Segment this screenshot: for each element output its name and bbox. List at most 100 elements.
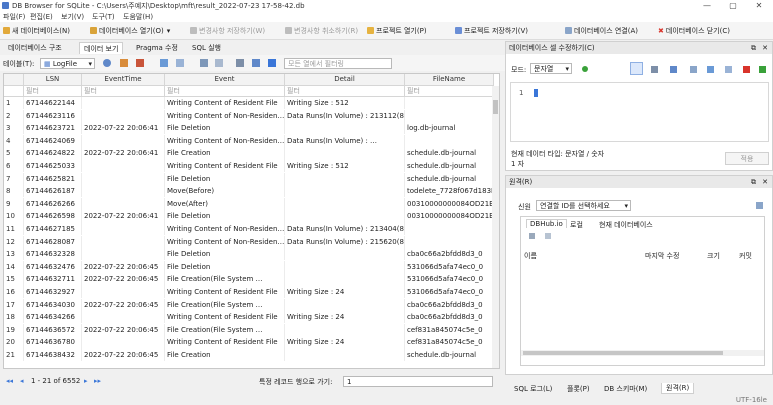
maximize-button[interactable]: ▢ (720, 0, 746, 11)
cell-event[interactable]: File Deletion (165, 210, 285, 223)
table-row[interactable]: 4 67144624069 Writing Content of Non-Resid… (4, 134, 494, 148)
attach-database-button[interactable]: 데이터베이스 연결(A) (565, 25, 638, 37)
table-row[interactable]: 18 67144634266 Writing Content of Resident… (4, 311, 494, 324)
cell-event[interactable]: File Deletion (165, 122, 285, 135)
cell-event[interactable]: Move(After) (165, 197, 285, 211)
cell-eventtime[interactable] (82, 311, 165, 324)
cell-lsn[interactable]: 67144625821 (24, 172, 82, 185)
cell-filename[interactable]: 00310000000084OD21E (405, 197, 494, 211)
cell-filename[interactable]: schedule.db-journal (405, 172, 494, 185)
cell-filename[interactable] (405, 223, 494, 236)
cell-detail[interactable] (285, 323, 405, 337)
cell-lsn[interactable]: 67144634266 (24, 311, 82, 324)
export-icon[interactable] (670, 66, 677, 73)
table-row[interactable]: 11 67144627185 Writing Content of Non-Resi… (4, 223, 494, 236)
copy-icon[interactable] (725, 66, 732, 73)
cell-eventtime[interactable]: 2022-07-22 20:06:45 (82, 273, 165, 286)
tab-dbhub[interactable]: DBHub.io (526, 219, 567, 228)
table-row[interactable]: 12 67144628087 Writing Content of Non-Resi… (4, 235, 494, 248)
table-row[interactable]: 2 67144623116 Writing Content of Non-Resid… (4, 109, 494, 122)
cell-eventtime[interactable] (82, 223, 165, 236)
cell-eventtime[interactable] (82, 235, 165, 248)
cell-lsn[interactable]: 67144626266 (24, 197, 82, 211)
cell-eventtime[interactable] (82, 160, 165, 173)
table-row[interactable]: 1 67144622144 Writing Content of Resident … (4, 97, 494, 110)
cell-eventtime[interactable] (82, 172, 165, 185)
scrollbar-thumb[interactable] (523, 351, 723, 355)
cell-detail[interactable]: Data Runs(In Volume) : 213404(8) (285, 223, 405, 236)
table-row[interactable]: 7 67144625821 File Deletion schedule.db-jou… (4, 172, 494, 185)
cell-detail[interactable]: Writing Size : 24 (285, 286, 405, 299)
table-row[interactable]: 17 67144634030 2022-07-22 20:06:45 File Cre… (4, 298, 494, 311)
cell-event[interactable]: File Creation (165, 147, 285, 160)
cell-lsn[interactable]: 67144632476 (24, 260, 82, 274)
apply-button[interactable]: 적용 (725, 152, 769, 165)
menu-file[interactable]: 파일(F) (3, 12, 25, 22)
filter-event[interactable]: 필터 (165, 86, 285, 97)
clear-filters-icon[interactable] (120, 59, 128, 67)
prev-record-button[interactable]: ◂ (20, 377, 24, 385)
cell-event[interactable]: File Deletion (165, 260, 285, 274)
cell-filename[interactable]: cba0c66a2bfdd8d3_0 (405, 248, 494, 261)
tab-execute-sql[interactable]: SQL 실행 (188, 42, 225, 54)
cell-lsn[interactable]: 67144626598 (24, 210, 82, 223)
cell-lsn[interactable]: 67144636572 (24, 323, 82, 337)
filter-filename[interactable]: 필터 (405, 86, 494, 97)
table-row[interactable]: 15 67144632711 2022-07-22 20:06:45 File Cre… (4, 273, 494, 286)
cell-filename[interactable]: todelete_7728f067d183E (405, 185, 494, 198)
cell-lsn[interactable]: 67144623116 (24, 109, 82, 122)
cell-detail[interactable] (285, 298, 405, 311)
menu-help[interactable]: 도움말(H) (123, 12, 153, 22)
cell-filename[interactable]: schedule.db-journal (405, 349, 494, 362)
table-row[interactable]: 20 67144636780 Writing Content of Resident… (4, 336, 494, 349)
delete-record-icon[interactable] (215, 59, 223, 67)
header-event[interactable]: Event (165, 74, 285, 86)
cell-detail[interactable]: Writing Size : 24 (285, 311, 405, 324)
tab-db-schema[interactable]: DB 스키마(M) (604, 384, 647, 394)
cell-lsn[interactable]: 67144627185 (24, 223, 82, 236)
insert-record-icon[interactable] (200, 59, 208, 67)
import-icon[interactable] (651, 66, 658, 73)
cell-lsn[interactable]: 67144634030 (24, 298, 82, 311)
table-row[interactable]: 6 67144625033 Writing Content of Resident … (4, 160, 494, 173)
tab-browse-data[interactable]: 데이터 보기 (79, 42, 124, 54)
cell-event[interactable]: Writing Content of Non-Residen… (165, 235, 285, 248)
table-row[interactable]: 8 67144626187 Move(Before) todelete_7728f06… (4, 185, 494, 198)
close-database-button[interactable]: ✖ 데이터베이스 닫기(C) (658, 25, 730, 37)
cell-event[interactable]: File Creation(File System … (165, 298, 285, 311)
italic-icon[interactable] (268, 59, 276, 67)
cell-filename[interactable] (405, 134, 494, 148)
cell-filename[interactable]: cba0c66a2bfdd8d3_0 (405, 311, 494, 324)
open-project-button[interactable]: 프로젝트 열기(P) (367, 25, 427, 37)
table-row[interactable]: 13 67144632328 File Deletion cba0c66a2bfdd8… (4, 248, 494, 261)
cell-lsn[interactable]: 67144632927 (24, 286, 82, 299)
new-database-button[interactable]: 새 데이터베이스(N) (3, 25, 70, 37)
cell-event[interactable]: Writing Content of Resident File (165, 311, 285, 324)
cell-detail[interactable] (285, 248, 405, 261)
cell-filename[interactable]: cef831a845074c5e_0 (405, 323, 494, 337)
cell-eventtime[interactable] (82, 248, 165, 261)
cell-filename[interactable]: schedule.db-journal (405, 160, 494, 173)
cell-eventtime[interactable]: 2022-07-22 20:06:41 (82, 122, 165, 135)
tab-pragma[interactable]: Pragma 수정 (132, 42, 182, 54)
cell-lsn[interactable]: 67144632711 (24, 273, 82, 286)
cell-event[interactable]: Writing Content of Non-Residen… (165, 109, 285, 122)
print-cell-icon[interactable] (707, 66, 714, 73)
cell-event[interactable]: Writing Content of Non-Residen… (165, 134, 285, 148)
next-record-button[interactable]: ▸ (84, 377, 88, 385)
first-record-button[interactable]: ◂◂ (6, 377, 13, 385)
goto-input[interactable]: 1 (343, 376, 493, 387)
cell-eventtime[interactable] (82, 197, 165, 211)
print-icon[interactable] (176, 59, 184, 67)
save-project-button[interactable]: 프로젝트 저장하기(V) (455, 25, 528, 37)
table-row[interactable]: 3 67144623721 2022-07-22 20:06:41 File Dele… (4, 122, 494, 135)
cell-eventtime[interactable] (82, 336, 165, 349)
cell-event[interactable]: File Creation(File System … (165, 323, 285, 337)
cell-event[interactable]: File Creation(File System … (165, 273, 285, 286)
tab-db-structure[interactable]: 데이터베이스 구조 (4, 42, 66, 54)
cell-filename[interactable]: 531066d5afa74ec0_0 (405, 260, 494, 274)
cell-event[interactable]: File Creation (165, 349, 285, 362)
cell-filename[interactable]: log.db-journal (405, 122, 494, 135)
table-row[interactable]: 5 67144624822 2022-07-22 20:06:41 File Crea… (4, 147, 494, 160)
float-icon[interactable]: ⧉ (751, 42, 756, 54)
